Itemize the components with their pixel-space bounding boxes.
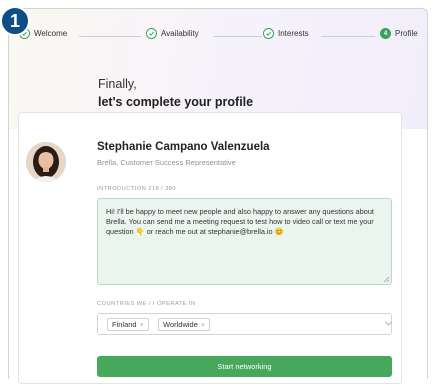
progress-stepper: Welcome Availability Interests 4 Profile xyxy=(9,25,427,49)
countries-label: COUNTRIES WE / I OPERATE IN xyxy=(97,301,196,307)
profile-name: Stephanie Campano Valenzuela xyxy=(97,141,270,153)
start-networking-button[interactable]: Start networking xyxy=(97,356,392,377)
step-connector xyxy=(321,36,375,37)
step-profile[interactable]: 4 Profile xyxy=(380,28,418,39)
step-label: Profile xyxy=(395,29,418,38)
check-icon xyxy=(146,28,157,39)
avatar xyxy=(26,142,66,182)
remove-tag-icon[interactable]: × xyxy=(140,322,144,329)
remove-tag-icon[interactable]: × xyxy=(201,322,205,329)
tag-label: Finland xyxy=(112,320,137,329)
annotation-number-badge: 1 xyxy=(0,6,30,36)
chevron-down-icon[interactable] xyxy=(385,321,392,326)
introduction-text: Hi! I'll be happy to meet new people and… xyxy=(106,207,374,236)
page-title-line1: Finally, xyxy=(98,77,137,91)
step-availability[interactable]: Availability xyxy=(146,28,199,39)
introduction-label: INTRODUCTION 218 / 380 xyxy=(97,186,177,192)
countries-multiselect[interactable]: Finland × Worldwide × xyxy=(97,313,392,335)
profile-role: Brella, Customer Success Representative xyxy=(97,158,236,167)
tag-finland: Finland × xyxy=(107,318,149,331)
step-connector xyxy=(214,36,262,37)
step-label: Interests xyxy=(278,29,309,38)
step-interests[interactable]: Interests xyxy=(263,28,309,39)
page-title-line2: let's complete your profile xyxy=(98,95,254,109)
resize-handle-icon[interactable] xyxy=(382,275,390,283)
step-connector xyxy=(79,36,141,37)
step-label: Availability xyxy=(161,29,199,38)
tag-worldwide: Worldwide × xyxy=(158,318,210,331)
check-icon xyxy=(263,28,274,39)
step-number-badge: 4 xyxy=(380,28,391,39)
step-label: Welcome xyxy=(34,29,68,38)
tag-label: Worldwide xyxy=(163,320,198,329)
introduction-textarea[interactable]: Hi! I'll be happy to meet new people and… xyxy=(97,198,392,285)
